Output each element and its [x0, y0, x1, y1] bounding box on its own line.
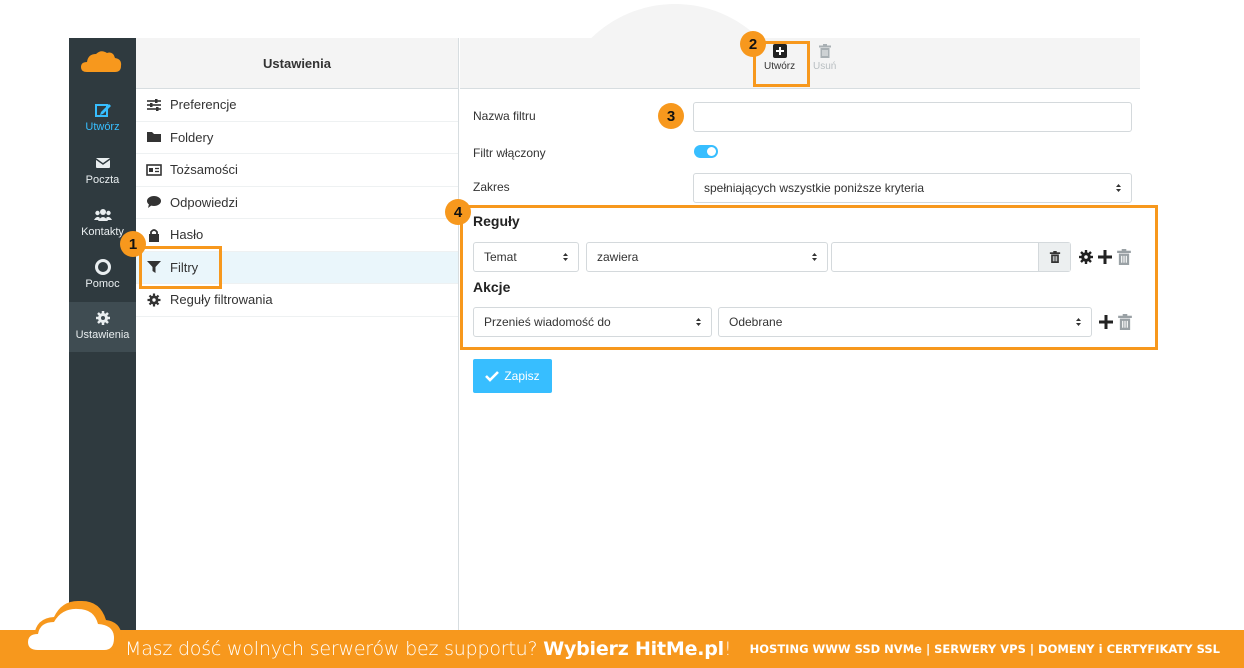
settings-list-panel: Ustawienia Preferencje Foldery Tożsamośc…	[136, 38, 459, 632]
sliders-icon	[147, 98, 161, 111]
step-badge-1: 1	[120, 231, 146, 257]
gear-icon	[147, 293, 161, 307]
highlight-filters	[139, 246, 222, 289]
banner-text-end: !	[724, 638, 732, 660]
banner-services: HOSTING WWW SSD NVMe | SERWERY VPS | DOM…	[749, 642, 1220, 656]
filter-name-input[interactable]	[693, 102, 1132, 132]
envelope-icon	[95, 158, 110, 168]
nav-item-mail[interactable]: Poczta	[69, 147, 136, 197]
gear-icon	[95, 311, 110, 325]
id-card-icon	[146, 163, 162, 176]
screenshot-stage: Utwórz Poczta Kontakty Pomoc Ustawienia …	[0, 0, 1244, 668]
settings-item-label: Hasło	[170, 227, 204, 243]
nav-item-help[interactable]: Pomoc	[69, 251, 136, 301]
nav-item-label: Ustawienia	[75, 329, 130, 341]
nav-item-label: Poczta	[85, 174, 120, 186]
step-badge-2: 2	[740, 31, 766, 57]
nav-item-compose[interactable]: Utwórz	[69, 94, 136, 144]
nav-item-settings[interactable]: Ustawienia	[69, 302, 136, 352]
scope-select[interactable]: spełniających wszystkie poniższe kryteri…	[693, 173, 1132, 203]
select-arrows-icon	[1116, 184, 1121, 192]
cloud-logo-icon	[20, 600, 122, 668]
nav-item-label: Utwórz	[85, 121, 120, 133]
cloud-logo-icon	[81, 51, 122, 72]
delete-button[interactable]: Usuń	[813, 44, 836, 72]
save-button-label: Zapisz	[504, 369, 540, 383]
comment-icon	[147, 196, 161, 209]
settings-item-label: Preferencje	[170, 97, 237, 113]
step-badge-3: 3	[658, 103, 684, 129]
banner-brand: Wybierz HitMe.pl	[543, 638, 724, 660]
filter-name-label: Nazwa filtru	[473, 109, 536, 123]
delete-button-label: Usuń	[813, 61, 837, 72]
trash-icon	[818, 44, 831, 58]
settings-item-label: Tożsamości	[170, 162, 238, 178]
nav-item-label: Kontakty	[81, 226, 124, 238]
settings-item-label: Foldery	[170, 129, 214, 145]
scope-select-value: spełniających wszystkie poniższe kryteri…	[704, 181, 925, 195]
highlight-rules-actions	[460, 205, 1158, 350]
scope-label: Zakres	[473, 180, 510, 194]
filter-enabled-label: Filtr włączony	[473, 146, 546, 160]
settings-item-preferences[interactable]: Preferencje	[136, 89, 458, 122]
banner-message: Masz dość wolnych serwerów bez supportu?…	[125, 638, 732, 660]
main-navigation: Utwórz Poczta Kontakty Pomoc Ustawienia	[69, 38, 136, 632]
compose-icon	[94, 104, 111, 117]
settings-item-identities[interactable]: Tożsamości	[136, 154, 458, 187]
folder-icon	[147, 132, 161, 143]
settings-item-label: Reguły filtrowania	[170, 292, 273, 308]
filter-enabled-toggle[interactable]	[694, 145, 718, 158]
settings-item-responses[interactable]: Odpowiedzi	[136, 187, 458, 219]
banner-text: Masz dość wolnych serwerów bez supportu?	[125, 638, 544, 660]
lifebuoy-icon	[94, 259, 111, 275]
users-icon	[93, 209, 112, 221]
lock-icon	[149, 228, 159, 242]
settings-title: Ustawienia	[136, 38, 458, 89]
nav-item-label: Pomoc	[85, 278, 120, 290]
settings-item-folders[interactable]: Foldery	[136, 122, 458, 154]
save-button[interactable]: Zapisz	[473, 359, 552, 393]
step-badge-4: 4	[445, 199, 471, 225]
promo-banner[interactable]: Masz dość wolnych serwerów bez supportu?…	[0, 600, 1244, 668]
checkmark-icon	[485, 371, 500, 382]
settings-item-label: Odpowiedzi	[170, 194, 238, 210]
